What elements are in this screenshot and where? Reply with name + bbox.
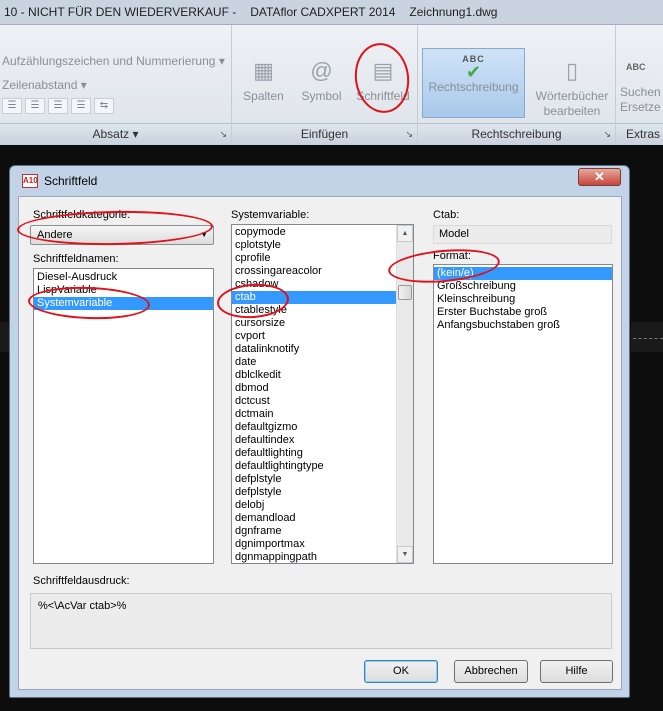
names-list-item[interactable]: Diesel-Ausdruck — [34, 271, 213, 284]
close-button[interactable]: ✕ — [578, 168, 621, 186]
suchen-ersetzen-button[interactable]: ABC Suchen Ersetze — [620, 53, 663, 115]
ribbon-panel-absatz: Aufzählungszeichen und Nummerierung ▾ Ze… — [0, 25, 232, 145]
sysvar-list-item[interactable]: dgnimportmax — [232, 538, 396, 551]
panel-title-rechtschreibung: Rechtschreibung ↘ — [418, 123, 615, 145]
sysvar-list-item[interactable]: dctmain — [232, 408, 396, 421]
chevron-down-icon: ▾ — [132, 127, 139, 141]
sysvar-list-item[interactable]: defplstyle — [232, 486, 396, 499]
panel-title-text: Extras — [626, 127, 661, 141]
app-logo-icon: A10 — [22, 174, 38, 188]
chevron-down-icon: ▾ — [80, 78, 87, 92]
dialog-title: Schriftfeld — [44, 174, 98, 188]
app-title-bar: 10 - NICHT FÜR DEN WIEDERVERKAUF - DATAf… — [0, 0, 663, 25]
sysvar-list-item[interactable]: date — [232, 356, 396, 369]
ribbon-panel-extras: ABC Suchen Ersetze Extras — [616, 25, 663, 145]
woerterbuecher-button[interactable]: ▯ Wörterbücher bearbeiten — [528, 57, 616, 119]
align-center-icon[interactable]: ☰ — [25, 98, 45, 114]
drawing-area-right-strip — [631, 322, 663, 352]
at-symbol-icon: @ — [310, 58, 333, 83]
panel-title-text: Rechtschreibung — [471, 127, 562, 141]
panel-title-einfuegen: Einfügen ↘ — [232, 123, 417, 145]
ctab-value-field: Model — [433, 225, 612, 244]
ctab-label: Ctab: — [433, 209, 460, 221]
format-list-item[interactable]: Erster Buchstabe groß — [434, 306, 612, 319]
align-distribute-icon[interactable]: ⇆ — [94, 98, 114, 114]
alignment-buttons: ☰ ☰ ☰ ☰ ⇆ — [2, 98, 114, 114]
dialog-client-area: Schriftfeldkategorie: Andere ▼ Schriftfe… — [18, 196, 622, 690]
help-button[interactable]: Hilfe — [540, 660, 613, 683]
sysvar-list-item[interactable]: crossingareacolor — [232, 265, 396, 278]
sysvar-list-item[interactable]: dblclkedit — [232, 369, 396, 382]
checkmark-icon: ✔ — [465, 62, 482, 82]
dialog-title-bar[interactable]: A10 Schriftfeld — [10, 166, 629, 196]
panel-title-text: Einfügen — [300, 127, 349, 141]
columns-icon: ▦ — [253, 58, 274, 83]
sysvar-list-item[interactable]: cursorsize — [232, 317, 396, 330]
panel-title-extras: Extras — [616, 123, 663, 145]
panel-launcher-icon[interactable]: ↘ — [219, 124, 227, 145]
rechtschreibung-button[interactable]: ABC ✔ Rechtschreibung — [422, 48, 525, 118]
ribbon: Aufzählungszeichen und Nummerierung ▾ Ze… — [0, 25, 663, 145]
sysvar-list-item[interactable]: cplotstyle — [232, 239, 396, 252]
scrollbar-thumb[interactable] — [398, 285, 412, 300]
sysvar-list-item[interactable]: copymode — [232, 226, 396, 239]
spalten-button[interactable]: ▦ Spalten — [236, 57, 291, 104]
sysvar-list-item[interactable]: demandload — [232, 512, 396, 525]
chevron-down-icon: ▾ — [218, 54, 225, 68]
woerterbuecher-label-1: Wörterbücher — [535, 89, 609, 103]
expr-field: %<\AcVar ctab>% — [30, 593, 612, 649]
document-name: Zeichnung1.dwg — [409, 5, 498, 19]
sysvar-list-item[interactable]: datalinknotify — [232, 343, 396, 356]
app-product-name: DATAflor CADXPERT 2014 — [250, 5, 396, 19]
sysvar-list-item[interactable]: dgnmappingpath — [232, 551, 396, 563]
align-left-icon[interactable]: ☰ — [2, 98, 22, 114]
panel-launcher-icon[interactable]: ↘ — [405, 124, 413, 145]
panel-title-absatz[interactable]: Absatz ▾ ↘ — [0, 123, 231, 145]
ok-button[interactable]: OK — [364, 660, 438, 683]
format-list-item[interactable]: Anfangsbuchstaben groß — [434, 319, 612, 332]
names-label: Schriftfeldnamen: — [33, 253, 119, 265]
sysvar-list-item[interactable]: dctcust — [232, 395, 396, 408]
sysvar-label: Systemvariable: — [231, 209, 310, 221]
app-version-text: 10 - NICHT FÜR DEN WIEDERVERKAUF - — [4, 5, 237, 19]
sysvar-list-item[interactable]: defplstyle — [232, 473, 396, 486]
align-justify-icon[interactable]: ☰ — [71, 98, 91, 114]
sysvar-list-item[interactable]: defaultlightingtype — [232, 460, 396, 473]
suchen-label-1: Suchen — [620, 85, 661, 99]
line-spacing-label: Zeilenabstand — [2, 78, 78, 92]
format-list-item[interactable]: Großschreibung — [434, 280, 612, 293]
sysvar-list-item[interactable]: cprofile — [232, 252, 396, 265]
line-spacing-button[interactable]: Zeilenabstand ▾ — [2, 78, 87, 92]
align-right-icon[interactable]: ☰ — [48, 98, 68, 114]
woerterbuecher-label-2: bearbeiten — [543, 104, 601, 118]
panel-launcher-icon[interactable]: ↘ — [603, 124, 611, 145]
spalten-label: Spalten — [243, 89, 284, 103]
panel-title-text: Absatz — [92, 127, 130, 141]
sysvar-list-item[interactable]: defaultlighting — [232, 447, 396, 460]
scroll-up-icon[interactable]: ▲ — [397, 225, 413, 242]
bullets-numbering-button[interactable]: Aufzählungszeichen und Nummerierung ▾ — [2, 54, 225, 68]
drawing-area-ruler — [633, 338, 663, 339]
format-list-item[interactable]: Kleinschreibung — [434, 293, 612, 306]
suchen-label-2: Ersetze — [620, 100, 661, 114]
symbol-button[interactable]: @ Symbol — [294, 57, 349, 104]
sysvar-list-item[interactable]: dgnframe — [232, 525, 396, 538]
bullets-numbering-label: Aufzählungszeichen und Nummerierung — [2, 54, 216, 68]
dictionary-icon: ▯ — [565, 58, 579, 83]
expr-label: Schriftfeldausdruck: — [33, 575, 130, 587]
sysvar-list-item[interactable]: defaultindex — [232, 434, 396, 447]
rechtschreibung-label: Rechtschreibung — [428, 80, 519, 94]
sysvar-list-item[interactable]: dbmod — [232, 382, 396, 395]
sysvar-list-item[interactable]: defaultgizmo — [232, 421, 396, 434]
find-replace-icon: ABC — [626, 62, 646, 72]
symbol-label: Symbol — [301, 89, 342, 103]
format-listbox[interactable]: (kein/e) Großschreibung Kleinschreibung Ers… — [433, 264, 613, 564]
sysvar-list-item[interactable]: delobj — [232, 499, 396, 512]
sysvar-list-item[interactable]: cvport — [232, 330, 396, 343]
sysvar-listbox[interactable]: copymode cplotstyle cprofile crossingareaco… — [231, 224, 414, 564]
cancel-button[interactable]: Abbrechen — [454, 660, 528, 683]
scroll-down-icon[interactable]: ▼ — [397, 546, 413, 563]
close-icon: ✕ — [594, 169, 605, 184]
